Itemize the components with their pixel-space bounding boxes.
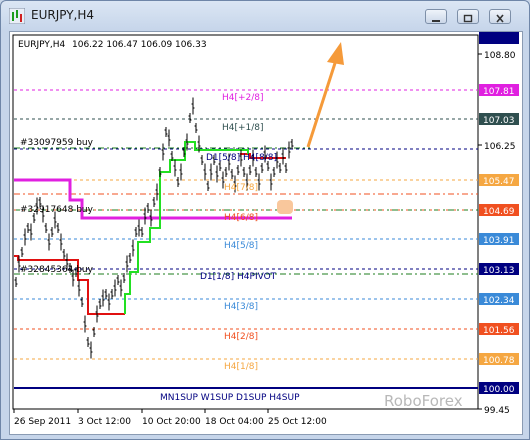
price-badge-label: 105.47 xyxy=(483,177,515,187)
label-h4-p2-8: H4[+2/8] xyxy=(222,93,264,103)
order-label-1: #33097959 buy xyxy=(20,138,94,148)
x-tick-label: 26 Sep 2011 xyxy=(14,417,71,427)
price-badge-label: 103.91 xyxy=(483,236,515,246)
y-tick-label: 108.80 xyxy=(484,51,516,61)
price-badge-label: 103.13 xyxy=(483,266,515,276)
chart-area[interactable]: EURJPY,H4 106.22 106.47 106.09 106.33 #3… xyxy=(9,31,523,435)
chart-window: EURJPY,H4 EURJPY,H4 106.22 106.47 106.09… xyxy=(0,0,530,440)
price-badge-label: 104.69 xyxy=(483,207,515,217)
price-badge-label: 106.35 xyxy=(483,32,515,35)
label-h4-p1-8: H4[+1/8] xyxy=(222,123,264,133)
close-button[interactable] xyxy=(489,9,511,24)
y-tick-label: 99.45 xyxy=(484,406,510,416)
maximize-button[interactable] xyxy=(457,9,479,24)
price-badge-label: 107.81 xyxy=(483,87,515,97)
chart-header-ohlc: 106.22 106.47 106.09 106.33 xyxy=(72,40,207,50)
price-badge-label: 100.78 xyxy=(483,356,515,366)
x-tick-label: 3 Oct 12:00 xyxy=(78,417,131,427)
label-h4-5-8: H4[5/8] xyxy=(224,241,258,251)
chart-canvas[interactable]: EURJPY,H4 106.22 106.47 106.09 106.33 #3… xyxy=(10,32,523,435)
label-h4-6-8: H4[6/8] xyxy=(224,213,258,223)
minimize-icon xyxy=(432,20,440,22)
x-tick-label: 18 Oct 04:00 xyxy=(205,417,264,427)
price-axis: 108.80 106.25 99.45 107.81 107.03 106.35 105.4… xyxy=(478,32,519,416)
price-badge-label: 102.34 xyxy=(483,296,515,306)
price-badge-label: 107.03 xyxy=(483,116,515,126)
time-axis: 26 Sep 2011 3 Oct 12:00 10 Oct 20:00 18 Oct… xyxy=(13,409,327,427)
price-badge-label: 101.56 xyxy=(483,326,515,336)
close-icon xyxy=(496,14,504,23)
label-h4-2-8: H4[2/8] xyxy=(224,332,258,342)
title-bar[interactable]: EURJPY,H4 xyxy=(1,1,529,31)
label-h4-3-8: H4[3/8] xyxy=(224,302,258,312)
label-h4-1-8: H4[1/8] xyxy=(224,362,258,372)
window-title: EURJPY,H4 xyxy=(31,8,95,22)
x-tick-label: 10 Oct 20:00 xyxy=(142,417,201,427)
maximize-icon xyxy=(463,14,473,23)
y-tick-label: 106.25 xyxy=(484,142,516,152)
watermark: RoboForex xyxy=(384,392,463,410)
price-badge-label: 100.00 xyxy=(483,385,515,395)
chart-header-symbol: EURJPY,H4 xyxy=(18,40,66,50)
order-label-2: #32917648 buy xyxy=(20,205,94,215)
order-label-3: #32845364 buy xyxy=(20,265,94,275)
entry-marker xyxy=(277,200,293,214)
label-support: MN1SUP W1SUP D1SUP H4SUP xyxy=(160,393,300,403)
label-h4-7-8: H4[7/8] xyxy=(224,183,258,193)
label-d1-mix: D1[5/8] H4[8/8] xyxy=(206,153,277,163)
minimize-button[interactable] xyxy=(425,9,447,24)
chart-window-icon xyxy=(9,8,25,24)
label-d1-pivot: D1[1/8] H4PIVOT xyxy=(200,272,277,282)
x-tick-label: 25 Oct 12:00 xyxy=(268,417,327,427)
